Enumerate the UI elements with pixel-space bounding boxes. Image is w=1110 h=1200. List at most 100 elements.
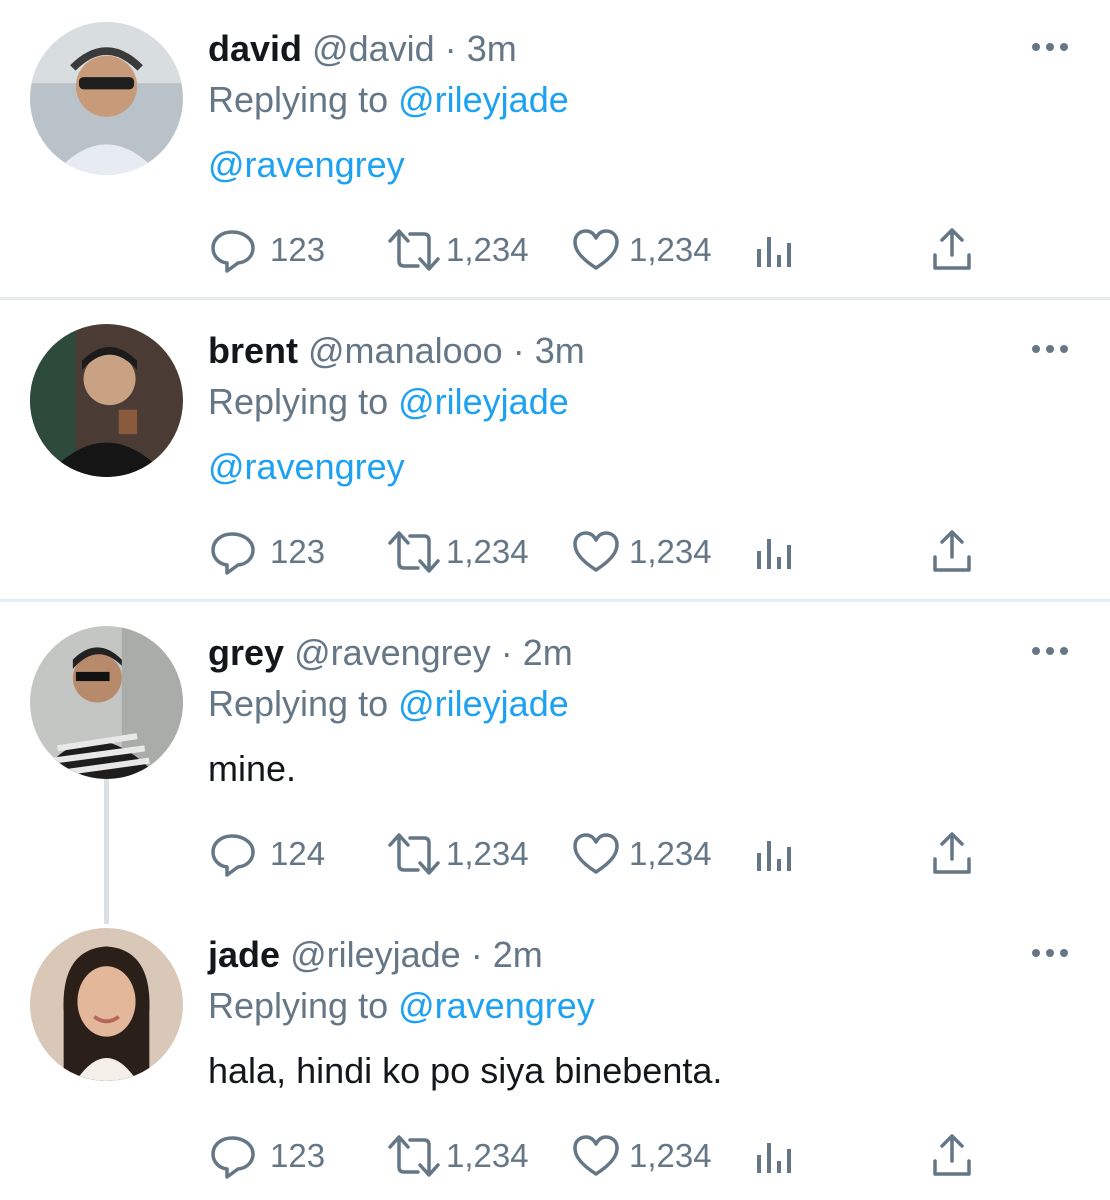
retweet-icon — [388, 531, 440, 573]
heart-icon — [573, 833, 619, 874]
share-icon — [933, 228, 971, 270]
replying-to: Replying to @rileyjade — [208, 78, 569, 122]
user-handle[interactable]: @rileyjade — [290, 934, 461, 975]
heart-icon — [573, 1135, 619, 1176]
display-name[interactable]: grey — [208, 632, 284, 673]
analytics-button[interactable] — [753, 225, 797, 275]
timestamp[interactable]: 2m — [493, 934, 543, 975]
retweet-icon — [388, 229, 440, 271]
replying-to: Replying to @ravengrey — [208, 984, 595, 1028]
timestamp[interactable]: 3m — [467, 28, 517, 69]
reply-button[interactable]: 123 — [208, 225, 325, 275]
reply-icon — [211, 532, 255, 575]
share-button[interactable] — [930, 225, 974, 275]
reply-count: 123 — [270, 231, 326, 268]
analytics-button[interactable] — [753, 1131, 797, 1181]
tweet-feed: david @david · 3m Replying to @rileyjade… — [0, 0, 1110, 1200]
timestamp[interactable]: 3m — [535, 330, 585, 371]
like-count: 1,234 — [629, 533, 712, 570]
avatar-image — [30, 324, 183, 477]
user-handle[interactable]: @david — [312, 28, 435, 69]
share-button[interactable] — [930, 527, 974, 577]
divider — [0, 599, 1110, 602]
avatar[interactable] — [30, 324, 183, 477]
reply-button[interactable]: 124 — [208, 829, 325, 879]
like-button[interactable]: 1,234 — [571, 829, 712, 879]
avatar-image — [30, 928, 183, 1081]
display-name[interactable]: brent — [208, 330, 298, 371]
reply-count: 123 — [270, 533, 326, 570]
retweet-icon — [388, 833, 440, 875]
separator-dot: · — [500, 632, 513, 673]
replying-to-label: Replying to — [208, 381, 389, 422]
tweet[interactable]: grey @ravengrey · 2m Replying to @rileyj… — [0, 604, 1110, 906]
avatar-image — [30, 22, 183, 175]
share-button[interactable] — [930, 1131, 974, 1181]
like-button[interactable]: 1,234 — [571, 225, 712, 275]
tweet-actions: 123 1,234 1,234 — [208, 1131, 988, 1181]
display-name[interactable]: jade — [208, 934, 280, 975]
reply-icon — [211, 230, 255, 273]
tweet-header: jade @rileyjade · 2m — [208, 934, 543, 976]
retweet-button[interactable]: 1,234 — [386, 527, 529, 577]
like-count: 1,234 — [629, 1137, 712, 1174]
tweet[interactable]: david @david · 3m Replying to @rileyjade… — [0, 0, 1110, 297]
replying-to-label: Replying to — [208, 985, 389, 1026]
tweet-actions: 124 1,234 1,234 — [208, 829, 988, 879]
replying-to-label: Replying to — [208, 683, 389, 724]
analytics-icon — [757, 1143, 791, 1173]
more-icon[interactable] — [1030, 946, 1070, 958]
more-icon[interactable] — [1030, 644, 1070, 656]
like-count: 1,234 — [629, 231, 712, 268]
tweet-text: hala, hindi ko po siya binebenta. — [208, 1050, 723, 1091]
heart-icon — [573, 531, 619, 572]
analytics-icon — [757, 841, 791, 871]
more-icon[interactable] — [1030, 342, 1070, 354]
tweet[interactable]: jade @rileyjade · 2m Replying to @raveng… — [0, 906, 1110, 1200]
retweet-count: 1,234 — [446, 1137, 529, 1174]
share-icon — [933, 1134, 971, 1176]
share-button[interactable] — [930, 829, 974, 879]
tweet-header: brent @manalooo · 3m — [208, 330, 585, 372]
retweet-button[interactable]: 1,234 — [386, 1131, 529, 1181]
replying-to-mention[interactable]: @rileyjade — [398, 381, 569, 422]
reply-count: 123 — [270, 1137, 326, 1174]
replying-to-mention[interactable]: @ravengrey — [398, 985, 595, 1026]
timestamp[interactable]: 2m — [523, 632, 573, 673]
retweet-count: 1,234 — [446, 533, 529, 570]
divider — [0, 297, 1110, 300]
share-icon — [933, 832, 971, 874]
tweet-text[interactable]: @ravengrey — [208, 445, 405, 489]
heart-icon — [573, 229, 619, 270]
avatar[interactable] — [30, 22, 183, 175]
analytics-button[interactable] — [753, 527, 797, 577]
reply-icon — [211, 1136, 255, 1179]
avatar[interactable] — [30, 626, 183, 779]
user-handle[interactable]: @manalooo — [308, 330, 503, 371]
display-name[interactable]: david — [208, 28, 302, 69]
tweet-text: mine. — [208, 748, 297, 789]
like-button[interactable]: 1,234 — [571, 527, 712, 577]
tweet[interactable]: brent @manalooo · 3m Replying to @rileyj… — [0, 302, 1110, 599]
retweet-button[interactable]: 1,234 — [386, 829, 529, 879]
reply-button[interactable]: 123 — [208, 1131, 325, 1181]
reply-icon — [211, 834, 255, 877]
share-icon — [933, 530, 971, 572]
separator-dot: · — [470, 934, 483, 975]
more-icon[interactable] — [1030, 40, 1070, 52]
like-button[interactable]: 1,234 — [571, 1131, 712, 1181]
replying-to-mention[interactable]: @rileyjade — [398, 683, 569, 724]
reply-button[interactable]: 123 — [208, 527, 325, 577]
avatar-image — [30, 626, 183, 779]
replying-to-mention[interactable]: @rileyjade — [398, 79, 569, 120]
like-count: 1,234 — [629, 835, 712, 872]
thread-line — [104, 779, 109, 906]
separator-dot: · — [512, 330, 525, 371]
analytics-button[interactable] — [753, 829, 797, 879]
retweet-button[interactable]: 1,234 — [386, 225, 529, 275]
user-handle[interactable]: @ravengrey — [294, 632, 491, 673]
tweet-actions: 123 1,234 1,234 — [208, 527, 988, 577]
avatar[interactable] — [30, 928, 183, 1081]
tweet-text[interactable]: @ravengrey — [208, 143, 405, 187]
retweet-count: 1,234 — [446, 231, 529, 268]
